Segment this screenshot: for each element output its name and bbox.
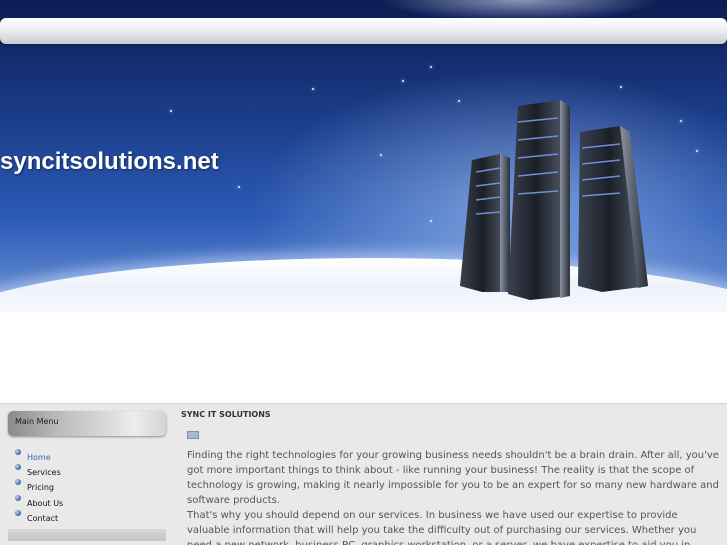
site-title[interactable]: syncitsolutions.net [0,148,219,176]
intro-paragraph: Finding the right technologies for your … [187,450,719,506]
star-decoration [430,220,432,222]
intro-text: Finding the right technologies for your … [187,448,719,545]
star-decoration [402,80,404,82]
header-banner: syncitsolutions.net [0,0,727,312]
star-decoration [620,86,622,88]
server-towers-image [460,100,648,300]
menu-item-contact[interactable]: Contact [15,506,63,523]
main-menu-list: Home Services Pricing About Us Contact [15,445,63,523]
mail-icon[interactable] [187,431,199,439]
round-bullet-icon [15,509,21,516]
star-decoration [238,186,240,188]
star-decoration [430,66,432,68]
menu-item-pricing[interactable]: Pricing [15,475,63,492]
menu-item-about-us[interactable]: About Us [15,491,63,508]
banner-top-glow [0,0,727,20]
round-bullet-icon [15,449,21,455]
star-decoration [680,120,682,122]
sidebar: Main Menu Home Services Pricing About Us… [0,404,175,545]
main-menu-header: Main Menu [8,411,166,436]
menu-item-services[interactable]: Services [15,460,63,477]
star-decoration [170,110,172,112]
top-navigation-bar [0,18,727,44]
intro-paragraph: That's why you should depend on our serv… [187,510,697,545]
menu-item-home[interactable]: Home [15,445,63,462]
main-content: SYNC IT SOLUTIONS Finding the right tech… [175,404,727,545]
page-heading: SYNC IT SOLUTIONS [181,410,271,419]
main-menu-title: Main Menu [15,417,59,426]
star-decoration [696,150,698,152]
menu-item-label[interactable]: Contact [27,514,58,523]
star-decoration [380,154,382,156]
round-bullet-icon [15,494,21,501]
sidebar-footer-bar [8,529,166,541]
round-bullet-icon [15,464,21,471]
round-bullet-icon [15,479,21,486]
content-area: Main Menu Home Services Pricing About Us… [0,403,727,545]
star-decoration [312,88,314,90]
